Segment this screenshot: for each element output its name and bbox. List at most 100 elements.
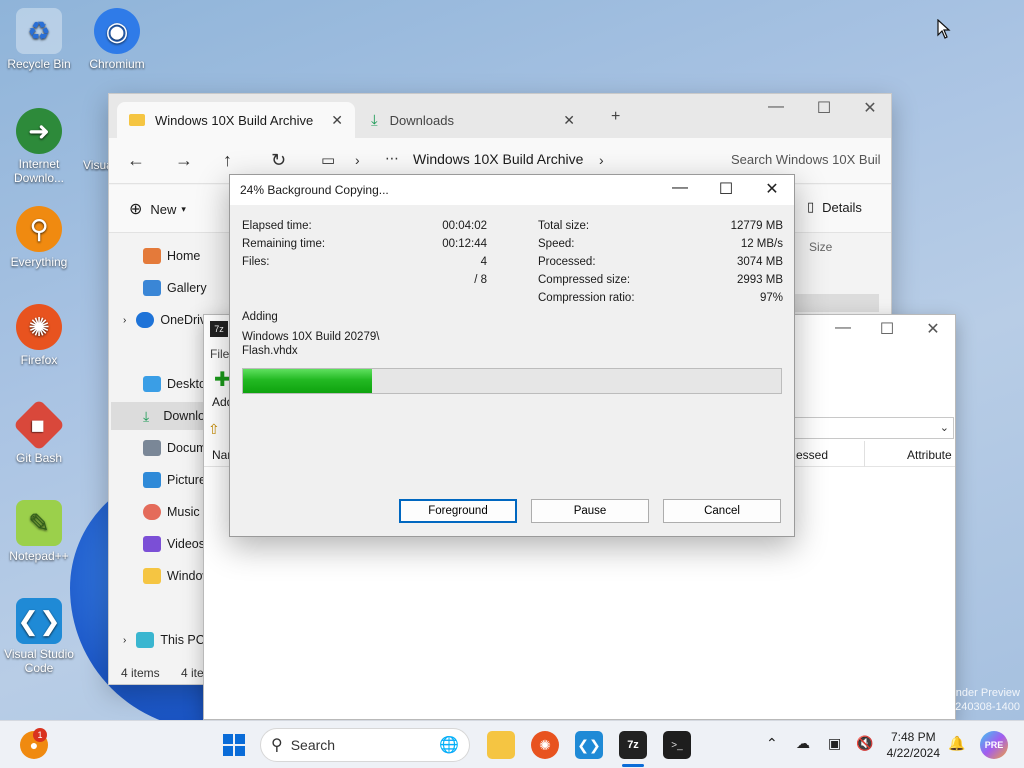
taskbar: ● 1 ⚲ Search 🌐 ✺ ❮❯ 7z >_ ⌃ ☁ ▣ 🔇 7:48 P… bbox=[0, 720, 1024, 768]
column-header-attributes[interactable]: Attribute bbox=[907, 448, 952, 462]
breadcrumb[interactable]: Windows 10X Build Archive bbox=[413, 151, 583, 167]
videos-icon bbox=[143, 536, 161, 552]
compressed-size-label: Compressed size: bbox=[538, 274, 631, 286]
sidebar-item-pictures[interactable]: Pictures bbox=[143, 466, 212, 494]
sidebar-item-this-pc[interactable]: › This PC bbox=[123, 626, 205, 654]
plus-circle-icon: ⊕ bbox=[129, 201, 143, 218]
column-header-size[interactable]: Size bbox=[809, 240, 832, 254]
tab-downloads[interactable]: ⤓ Downloads ✕ bbox=[359, 102, 587, 138]
back-arrow-icon[interactable]: ← bbox=[127, 150, 145, 171]
vscode-taskbar-icon[interactable]: ❮❯ bbox=[575, 731, 603, 759]
copilot-preview-icon[interactable]: PRE bbox=[980, 731, 1008, 759]
terminal-taskbar-icon[interactable]: >_ bbox=[663, 731, 691, 759]
desktop-icon-vscode[interactable]: ❮❯ Visual Studio Code bbox=[1, 598, 77, 675]
sidebar-item-downloads[interactable]: ⤓ Downlo bbox=[111, 402, 205, 430]
desktop-icon-recycle-bin[interactable]: ♻ Recycle Bin bbox=[1, 8, 77, 71]
path-combobox[interactable]: ⌄ bbox=[794, 417, 954, 439]
forward-arrow-icon[interactable]: → bbox=[175, 150, 193, 171]
status-item-count-secondary: 4 ite bbox=[181, 666, 204, 680]
close-icon[interactable]: ✕ bbox=[847, 98, 893, 118]
chevron-right-icon: › bbox=[123, 314, 127, 326]
desktop-icon-git-bash[interactable]: ◆ Git Bash bbox=[1, 398, 77, 465]
file-explorer-taskbar-icon[interactable] bbox=[487, 731, 515, 759]
active-app-indicator bbox=[622, 764, 644, 767]
column-header-processed[interactable]: essed bbox=[796, 448, 828, 462]
desktop-icon-notepadpp[interactable]: ✎ Notepad++ bbox=[1, 500, 77, 563]
search-highlight-icon: 🌐 bbox=[439, 737, 459, 754]
current-file-path: Windows 10X Build 20279\ bbox=[242, 331, 380, 343]
progress-bar-fill bbox=[243, 369, 373, 393]
close-tab-icon[interactable]: ✕ bbox=[563, 112, 575, 129]
desktop-icon-idm[interactable]: ➜ Internet Downlo... bbox=[1, 108, 77, 185]
vscode-icon: ❮❯ bbox=[16, 598, 62, 644]
refresh-icon[interactable]: ↻ bbox=[271, 150, 286, 171]
remaining-time-value: 00:12:44 bbox=[442, 238, 487, 250]
volume-muted-icon[interactable]: 🔇 bbox=[856, 735, 873, 752]
details-button[interactable]: ▯ Details bbox=[807, 199, 862, 215]
start-icon[interactable] bbox=[220, 731, 248, 759]
speed-value: 12 MB/s bbox=[740, 238, 783, 250]
7zip-taskbar-icon[interactable]: 7z bbox=[619, 731, 647, 759]
chevron-up-icon[interactable]: ⌃ bbox=[766, 735, 778, 752]
taskbar-search-box[interactable]: ⚲ Search 🌐 bbox=[260, 728, 470, 762]
search-input[interactable]: Search Windows 10X Buil bbox=[721, 144, 891, 178]
sidebar-item-documents[interactable]: Docum bbox=[143, 434, 207, 462]
menu-file[interactable]: File bbox=[210, 347, 229, 361]
desktop-icon-firefox[interactable]: ✺ Firefox bbox=[1, 304, 77, 367]
foreground-button[interactable]: Foreground bbox=[399, 499, 517, 523]
up-arrow-icon[interactable]: ↑ bbox=[223, 150, 232, 171]
more-icon[interactable]: ⋯ bbox=[385, 150, 399, 167]
column-divider[interactable] bbox=[864, 441, 865, 467]
notepadpp-icon: ✎ bbox=[16, 500, 62, 546]
cloud-icon bbox=[136, 312, 155, 328]
maximize-icon[interactable]: ☐ bbox=[864, 319, 910, 339]
chevron-right-icon[interactable]: › bbox=[599, 152, 604, 168]
download-icon: ⤓ bbox=[371, 111, 378, 129]
desktop-icon bbox=[143, 376, 161, 392]
tab-windows-10x-build-archive[interactable]: Windows 10X Build Archive ✕ bbox=[117, 102, 355, 138]
new-tab-button[interactable]: + bbox=[611, 108, 620, 126]
document-icon bbox=[143, 440, 161, 456]
firefox-taskbar-icon[interactable]: ✺ bbox=[531, 731, 559, 759]
maximize-icon[interactable]: ☐ bbox=[706, 179, 746, 199]
selected-row[interactable] bbox=[795, 294, 879, 312]
taskbar-clock[interactable]: 7:48 PM 4/22/2024 bbox=[887, 729, 940, 761]
sidebar-item-home[interactable]: Home bbox=[143, 242, 200, 270]
music-icon bbox=[143, 504, 161, 520]
pictures-icon bbox=[143, 472, 161, 488]
files-label: Files: bbox=[242, 256, 270, 268]
chevron-down-icon: ▾ bbox=[181, 203, 186, 214]
desktop-icon-chromium[interactable]: ◉ Chromium bbox=[79, 8, 155, 71]
compression-ratio-label: Compression ratio: bbox=[538, 292, 635, 304]
cancel-button[interactable]: Cancel bbox=[663, 499, 781, 523]
sidebar-item-windows-folder[interactable]: Window bbox=[143, 562, 211, 590]
close-icon[interactable]: ✕ bbox=[752, 179, 792, 199]
copy-progress-dialog: 24% Background Copying... — ☐ ✕ Elapsed … bbox=[229, 174, 795, 537]
pause-button[interactable]: Pause bbox=[531, 499, 649, 523]
download-icon: ⤓ bbox=[143, 408, 150, 424]
display-icon[interactable]: ▣ bbox=[828, 735, 841, 752]
action-label: Adding bbox=[242, 311, 278, 323]
new-button[interactable]: ⊕ New ▾ bbox=[129, 199, 186, 219]
elapsed-time-label: Elapsed time: bbox=[242, 220, 312, 232]
sidebar-item-onedrive[interactable]: › OneDriv bbox=[123, 306, 206, 334]
network-offline-icon[interactable]: ☁ bbox=[796, 735, 810, 752]
current-file-name: Flash.vhdx bbox=[242, 345, 298, 357]
progress-bar bbox=[242, 368, 782, 394]
minimize-icon[interactable]: — bbox=[660, 179, 700, 197]
close-tab-icon[interactable]: ✕ bbox=[331, 112, 343, 129]
this-pc-icon[interactable]: ▭ bbox=[321, 151, 335, 169]
sidebar-item-videos[interactable]: Videos bbox=[143, 530, 205, 558]
notification-bell-icon[interactable]: 🔔 bbox=[948, 735, 965, 752]
elapsed-time-value: 00:04:02 bbox=[442, 220, 487, 232]
navigation-pane: Home Gallery › OneDriv Desktop ⤓ Downlo Do… bbox=[109, 234, 213, 664]
up-folder-icon[interactable]: ⇧ bbox=[208, 421, 220, 438]
close-icon[interactable]: ✕ bbox=[910, 319, 956, 339]
sidebar-item-music[interactable]: Music bbox=[143, 498, 200, 526]
desktop-icon-everything[interactable]: ⚲ Everything bbox=[1, 206, 77, 269]
sidebar-item-gallery[interactable]: Gallery bbox=[143, 274, 207, 302]
maximize-icon[interactable]: ☐ bbox=[801, 98, 847, 118]
processed-label: Processed: bbox=[538, 256, 596, 268]
minimize-icon[interactable]: — bbox=[820, 319, 866, 337]
minimize-icon[interactable]: — bbox=[753, 98, 799, 116]
